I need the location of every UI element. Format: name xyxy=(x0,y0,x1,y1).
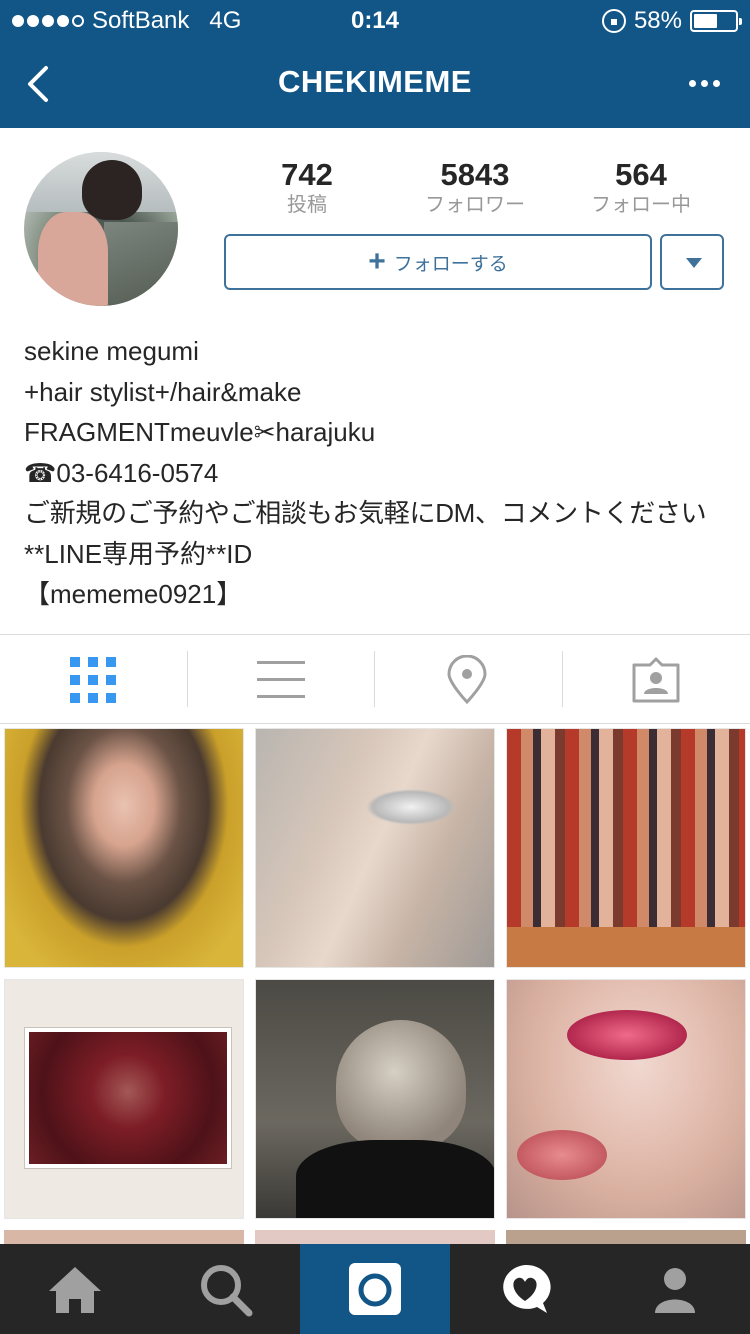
posts-label: 投稿 xyxy=(287,194,327,216)
profile-bio: sekine megumi +hair stylist+/hair&make F… xyxy=(24,331,734,615)
photo-thumbnail[interactable] xyxy=(4,728,244,968)
followers-label: フォロワー xyxy=(425,194,525,216)
search-icon xyxy=(201,1265,253,1317)
tab-profile[interactable] xyxy=(600,1244,750,1334)
bio-line: FRAGMENTmeuvle✂harajuku xyxy=(24,417,376,447)
status-bar: SoftBank 4G 0:14 58% xyxy=(0,0,750,40)
battery-percent: 58% xyxy=(633,7,682,34)
page-title: CHEKIMEME xyxy=(278,64,472,99)
rotation-lock-icon xyxy=(601,9,626,33)
grid-icon xyxy=(70,657,116,703)
ellipsis-icon[interactable] xyxy=(689,80,720,87)
triangle-down-icon xyxy=(686,258,702,268)
avatar[interactable] xyxy=(24,152,178,306)
bio-line: +hair stylist+/hair&make xyxy=(24,376,302,407)
tab-search[interactable] xyxy=(150,1244,300,1334)
bottom-tab-bar xyxy=(0,1244,750,1334)
bio-phone[interactable]: ☎03-6416-0574 xyxy=(24,453,734,494)
photo-thumbnail[interactable] xyxy=(4,979,244,1219)
bio-line: ご新規のご予約やご相談もお気軽にDM、コメントください xyxy=(24,498,707,528)
tab-location[interactable] xyxy=(374,635,561,723)
tab-camera[interactable] xyxy=(300,1244,450,1334)
photo-thumbnail[interactable] xyxy=(506,979,746,1219)
list-icon xyxy=(257,661,305,699)
followers-count: 5843 xyxy=(440,157,510,192)
tagged-person-icon xyxy=(632,657,680,703)
followers-stat[interactable]: 5843 フォロワー xyxy=(400,158,550,218)
photo-thumbnail[interactable] xyxy=(255,728,495,968)
top-bar: SoftBank 4G 0:14 58% CHEKIMEME xyxy=(0,0,750,128)
following-label: フォロー中 xyxy=(591,194,691,216)
camera-icon xyxy=(349,1263,401,1315)
profile-icon xyxy=(655,1268,695,1313)
posts-stat[interactable]: 742 投稿 xyxy=(232,158,382,218)
home-icon xyxy=(49,1267,101,1313)
battery-icon xyxy=(690,10,742,32)
posts-count: 742 xyxy=(281,157,333,192)
suggestions-dropdown-button[interactable] xyxy=(660,234,724,290)
profile-stats: 742 投稿 5843 フォロワー 564 フォロー中 xyxy=(230,158,730,218)
tab-activity[interactable] xyxy=(450,1244,600,1334)
tab-home[interactable] xyxy=(0,1244,150,1334)
plus-icon: + xyxy=(368,245,386,278)
tab-tagged[interactable] xyxy=(562,635,749,723)
activity-heart-icon xyxy=(503,1264,551,1313)
tab-grid[interactable] xyxy=(0,635,187,723)
follow-button[interactable]: + フォローする xyxy=(224,234,652,290)
follow-button-label: フォローする xyxy=(393,253,508,275)
photo-thumbnail[interactable] xyxy=(255,979,495,1219)
bio-line: 【mememe0921】 xyxy=(24,579,243,609)
photo-thumbnail[interactable] xyxy=(506,728,746,968)
profile-view-tabs xyxy=(0,634,750,724)
following-count: 564 xyxy=(615,157,667,192)
following-stat[interactable]: 564 フォロー中 xyxy=(566,158,716,218)
tab-list[interactable] xyxy=(187,635,374,723)
bio-line: **LINE専用予約**ID xyxy=(24,538,253,569)
profile-name: sekine megumi xyxy=(24,336,199,366)
location-pin-icon xyxy=(447,655,487,705)
